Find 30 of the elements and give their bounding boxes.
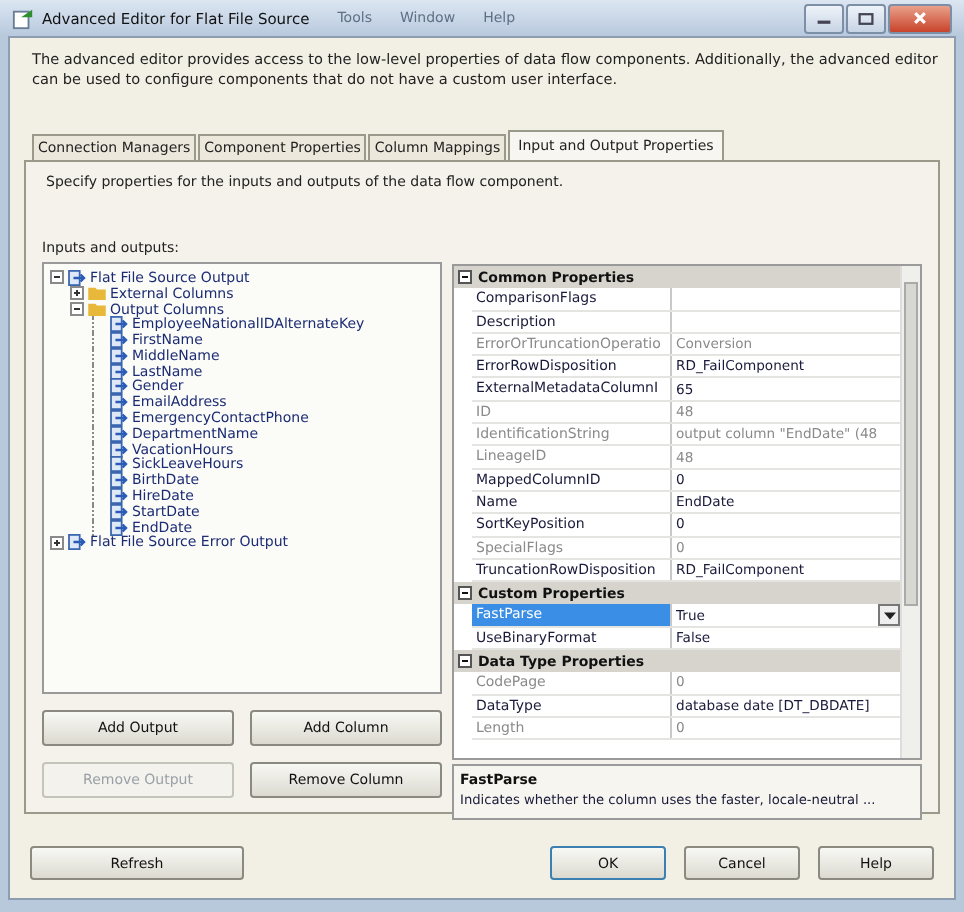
column-icon [110, 488, 128, 505]
column-icon [110, 378, 128, 395]
expander-icon[interactable] [70, 301, 84, 316]
dropdown-button[interactable] [878, 604, 900, 626]
column-icon [110, 519, 128, 536]
category-toggle[interactable] [458, 586, 472, 601]
column-icon [110, 316, 128, 333]
output-icon [68, 534, 86, 551]
minimize-button[interactable] [804, 3, 844, 33]
column-icon [110, 425, 128, 442]
maximize-icon [858, 11, 874, 25]
column-icon [110, 347, 128, 364]
category-toggle[interactable] [458, 654, 472, 669]
column-icon [110, 332, 128, 349]
column-icon [110, 410, 128, 427]
column-icon [110, 503, 128, 520]
expander-icon[interactable] [70, 286, 84, 301]
expander-icon[interactable] [50, 535, 64, 550]
window-icon [12, 7, 34, 29]
close-icon [912, 10, 928, 26]
output-icon [68, 269, 86, 286]
column-icon [110, 472, 128, 489]
caret-icon [883, 611, 895, 620]
expander-icon[interactable] [50, 270, 64, 285]
column-icon [110, 394, 128, 411]
scrollbar[interactable] [900, 266, 920, 758]
close-button[interactable] [888, 3, 952, 33]
column-icon [110, 456, 128, 473]
category-toggle[interactable] [458, 270, 472, 285]
maximize-button[interactable] [846, 3, 886, 33]
